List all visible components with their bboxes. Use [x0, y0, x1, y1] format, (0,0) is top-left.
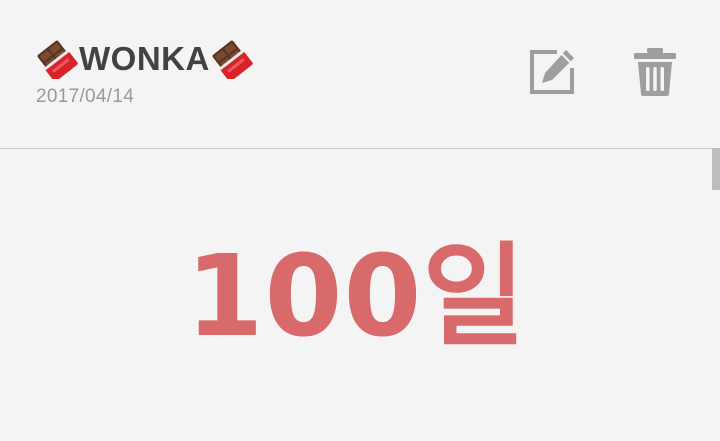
- note-title-row: WONKA: [36, 36, 253, 82]
- note-content: 100일: [0, 149, 712, 441]
- note-header: WONKA 2017/04/14: [0, 0, 720, 149]
- trash-icon: [634, 48, 676, 96]
- note-title: WONKA: [79, 40, 210, 77]
- chocolate-bar-icon: [211, 39, 253, 82]
- edit-icon: [530, 50, 574, 94]
- scrollbar[interactable]: [712, 148, 720, 190]
- chocolate-bar-icon: [36, 39, 78, 82]
- note-view-screen: WONKA 2017/04/14 100일: [0, 0, 720, 441]
- note-body-text: 100일: [185, 232, 527, 362]
- edit-button[interactable]: [524, 44, 580, 100]
- delete-button[interactable]: [627, 44, 683, 100]
- note-date: 2017/04/14: [36, 86, 135, 107]
